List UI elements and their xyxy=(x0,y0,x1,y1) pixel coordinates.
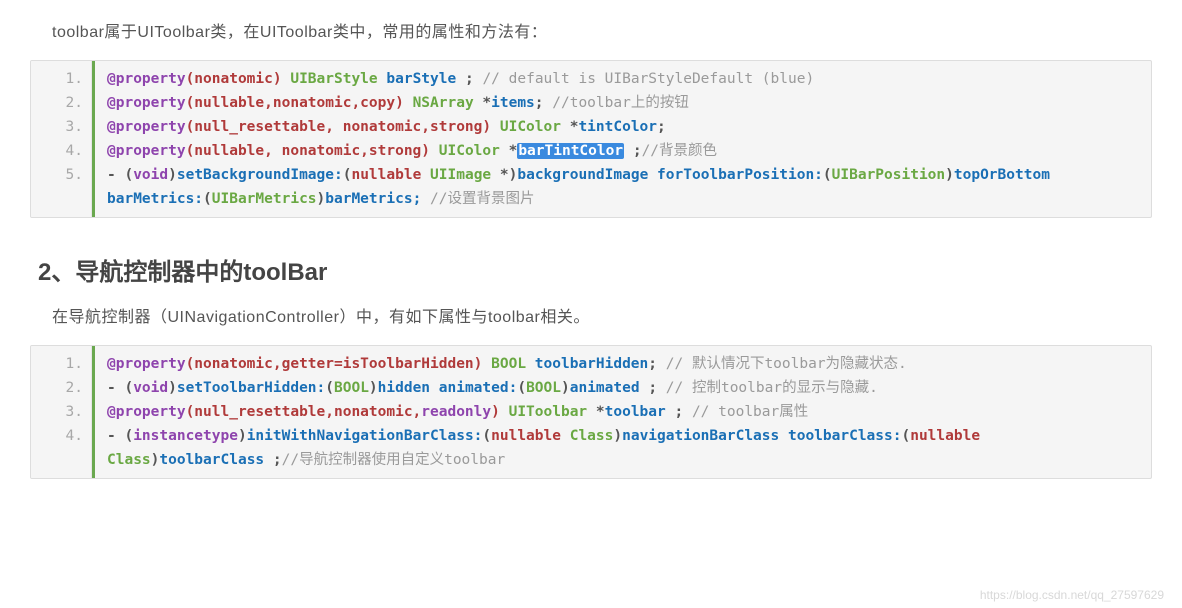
code-line: @property(nullable, nonatomic,strong) UI… xyxy=(107,139,1141,163)
code-area: @property(nonatomic,getter=isToolbarHidd… xyxy=(92,346,1151,478)
line-number: 1. xyxy=(31,67,83,91)
watermark-text: https://blog.csdn.net/qq_27597629 xyxy=(980,588,1164,602)
line-gutter: 1. 2. 3. 4. 5. xyxy=(31,61,92,217)
line-number: 1. xyxy=(31,352,83,376)
code-line: @property(nonatomic,getter=isToolbarHidd… xyxy=(107,352,1141,376)
line-number: 5. xyxy=(31,163,83,187)
highlighted-text: barTintColor xyxy=(517,143,624,159)
code-line: @property(null_resettable,nonatomic,read… xyxy=(107,400,1141,424)
code-block-1: 1. 2. 3. 4. 5. @property(nonatomic) UIBa… xyxy=(30,60,1152,218)
line-number: 3. xyxy=(31,115,83,139)
code-line: - (instancetype)initWithNavigationBarCla… xyxy=(107,424,1141,472)
intro-paragraph-1: toolbar属于UIToolbar类，在UIToolbar类中，常用的属性和方… xyxy=(52,18,1152,42)
code-block-2: 1. 2. 3. 4. @property(nonatomic,getter=i… xyxy=(30,345,1152,479)
line-number: 4. xyxy=(31,139,83,163)
code-line: @property(nullable,nonatomic,copy) NSArr… xyxy=(107,91,1141,115)
line-number: 4. xyxy=(31,424,83,448)
code-line: @property(null_resettable, nonatomic,str… xyxy=(107,115,1141,139)
line-gutter: 1. 2. 3. 4. xyxy=(31,346,92,478)
document-page: toolbar属于UIToolbar类，在UIToolbar类中，常用的属性和方… xyxy=(0,0,1182,479)
line-number: 2. xyxy=(31,376,83,400)
section-heading-2: 2、导航控制器中的toolBar xyxy=(38,252,1152,287)
line-number: 2. xyxy=(31,91,83,115)
code-line: @property(nonatomic) UIBarStyle barStyle… xyxy=(107,67,1141,91)
intro-paragraph-2: 在导航控制器（UINavigationController）中，有如下属性与to… xyxy=(52,303,1152,327)
code-area: @property(nonatomic) UIBarStyle barStyle… xyxy=(92,61,1151,217)
code-line: - (void)setToolbarHidden:(BOOL)hidden an… xyxy=(107,376,1141,400)
line-number: 3. xyxy=(31,400,83,424)
code-line: - (void)setBackgroundImage:(nullable UII… xyxy=(107,163,1141,211)
